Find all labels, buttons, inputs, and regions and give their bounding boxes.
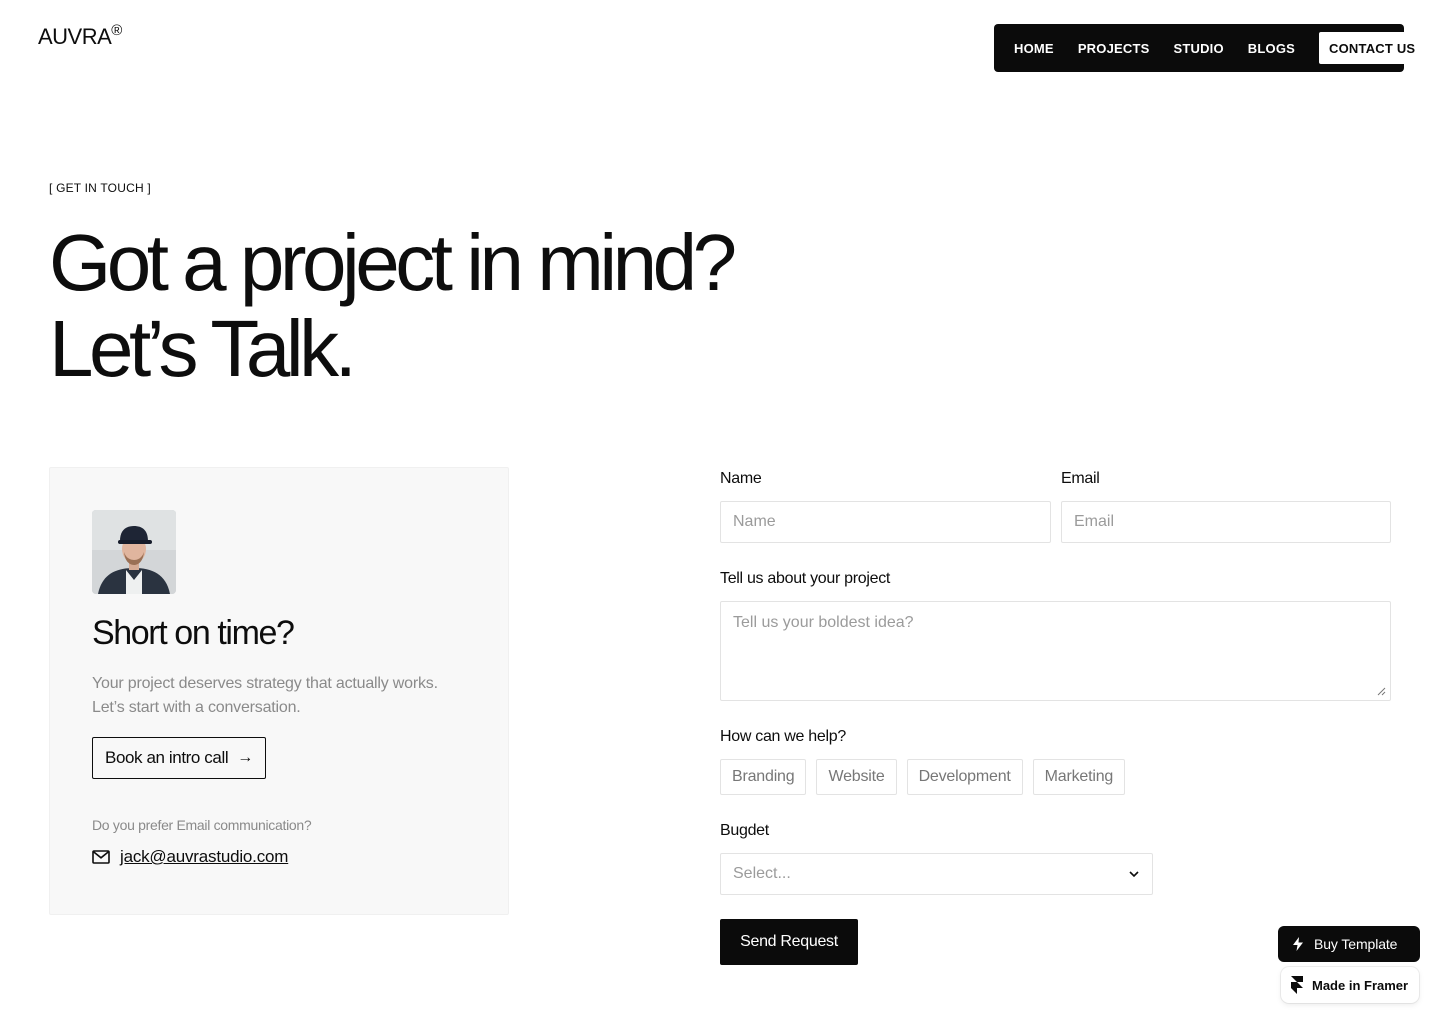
avatar-photo bbox=[92, 510, 176, 594]
email-label: Email bbox=[1061, 470, 1100, 487]
buy-template-label: Buy Template bbox=[1314, 936, 1398, 952]
option-development[interactable]: Development bbox=[906, 759, 1023, 795]
name-input[interactable] bbox=[720, 501, 1051, 543]
avatar bbox=[92, 510, 176, 594]
made-in-framer-label: Made in Framer bbox=[1312, 977, 1409, 993]
option-website[interactable]: Website bbox=[816, 759, 897, 795]
project-textarea[interactable] bbox=[720, 601, 1391, 701]
book-intro-call-button[interactable]: Book an intro call → bbox=[92, 737, 266, 779]
arrow-right-icon: → bbox=[237, 749, 253, 766]
contact-card: Short on time? Your project deserves str… bbox=[49, 467, 509, 915]
resize-handle-icon[interactable] bbox=[1376, 686, 1386, 696]
lightning-icon bbox=[1293, 937, 1303, 951]
nav-item-blogs[interactable]: BLOGS bbox=[1248, 41, 1295, 56]
eyebrow-label: [ GET IN TOUCH ] bbox=[49, 181, 151, 195]
option-marketing[interactable]: Marketing bbox=[1032, 759, 1126, 795]
email-preference-text: Do you prefer Email communication? bbox=[92, 817, 312, 833]
card-title: Short on time? bbox=[92, 614, 295, 652]
made-in-framer-badge[interactable]: Made in Framer bbox=[1281, 967, 1419, 1003]
budget-label: Bugdet bbox=[720, 822, 769, 839]
top-nav: HOME PROJECTS STUDIO BLOGS CONTACT US bbox=[994, 24, 1426, 72]
mail-icon bbox=[92, 850, 110, 864]
title-line-2: Let’s Talk. bbox=[49, 304, 357, 393]
nav-item-home[interactable]: HOME bbox=[1014, 41, 1054, 56]
title-line-1: Got a project in mind? bbox=[49, 218, 737, 307]
contact-us-button[interactable]: CONTACT US bbox=[1319, 32, 1426, 64]
brand-logo[interactable]: AUVRA® bbox=[38, 22, 122, 50]
name-label: Name bbox=[720, 470, 762, 487]
registered-mark: ® bbox=[111, 22, 122, 39]
nav-item-studio[interactable]: STUDIO bbox=[1173, 41, 1223, 56]
email-contact: jack@auvrastudio.com bbox=[92, 847, 288, 867]
service-options: Branding Website Development Marketing bbox=[720, 759, 1135, 795]
send-request-button[interactable]: Send Request bbox=[720, 919, 858, 965]
nav-item-projects[interactable]: PROJECTS bbox=[1078, 41, 1150, 56]
card-description-line-2: Let’s start with a conversation. bbox=[92, 699, 301, 716]
page-title: Got a project in mind? Let’s Talk. bbox=[49, 218, 737, 393]
book-intro-call-label: Book an intro call bbox=[105, 748, 229, 767]
help-label: How can we help? bbox=[720, 728, 846, 745]
email-link[interactable]: jack@auvrastudio.com bbox=[120, 847, 288, 867]
budget-select-value: Select... bbox=[733, 865, 791, 882]
chevron-down-icon bbox=[1129, 871, 1139, 878]
budget-select[interactable]: Select... bbox=[720, 853, 1153, 895]
brand-name: AUVRA bbox=[38, 24, 112, 49]
project-label: Tell us about your project bbox=[720, 570, 891, 587]
card-description-line-1: Your project deserves strategy that actu… bbox=[92, 675, 438, 692]
framer-logo-icon bbox=[1291, 976, 1303, 994]
card-description: Your project deserves strategy that actu… bbox=[92, 672, 482, 720]
buy-template-button[interactable]: Buy Template bbox=[1278, 926, 1420, 962]
option-branding[interactable]: Branding bbox=[720, 759, 807, 795]
email-input[interactable] bbox=[1061, 501, 1391, 543]
